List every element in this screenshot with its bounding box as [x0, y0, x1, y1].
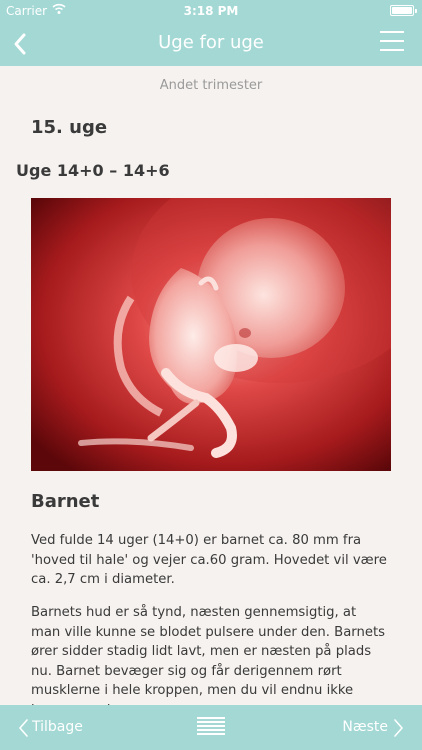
- list-line: [197, 733, 225, 735]
- menu-line: [380, 40, 404, 42]
- trimester-label: Andet trimester: [159, 78, 263, 93]
- navigation-bar: Uge for uge: [0, 22, 422, 66]
- menu-button[interactable]: [380, 31, 404, 55]
- header: Carrier 3:18 PM Uge for uge: [0, 0, 422, 66]
- bottom-toolbar: Tilbage Næste: [0, 705, 422, 750]
- battery-cap: [415, 9, 417, 13]
- menu-line: [380, 49, 404, 51]
- article-content[interactable]: Andet trimester 15. uge Uge 14+0 – 14+6: [0, 66, 422, 705]
- next-button[interactable]: Næste: [334, 716, 404, 740]
- page-title: Uge for uge: [158, 32, 264, 53]
- section-title: Barnet: [31, 491, 100, 512]
- status-time: 3:18 PM: [183, 4, 239, 18]
- list-line: [197, 729, 225, 731]
- week-title: 15. uge: [31, 117, 108, 138]
- list-line: [197, 721, 225, 723]
- chevron-right-icon: [394, 719, 404, 737]
- body-paragraph: Barnets hud er så tynd, næsten gennemsig…: [31, 605, 386, 705]
- body-paragraph: Ved fulde 14 uger (14+0) er barnet ca. 8…: [31, 533, 387, 587]
- battery-icon: [390, 5, 417, 16]
- menu-line: [380, 31, 404, 33]
- list-line: [197, 717, 225, 719]
- list-line: [197, 725, 225, 727]
- fetus-image: [31, 198, 391, 471]
- next-label: Næste: [342, 719, 388, 735]
- previous-label: Tilbage: [32, 719, 83, 735]
- chevron-left-icon: [18, 719, 28, 737]
- back-button[interactable]: [8, 28, 36, 60]
- status-bar: Carrier 3:18 PM: [0, 0, 422, 22]
- chevron-left-icon: [14, 33, 26, 55]
- battery-level-fill: [392, 7, 412, 14]
- week-range: Uge 14+0 – 14+6: [16, 161, 170, 180]
- text-list-button[interactable]: [197, 717, 225, 737]
